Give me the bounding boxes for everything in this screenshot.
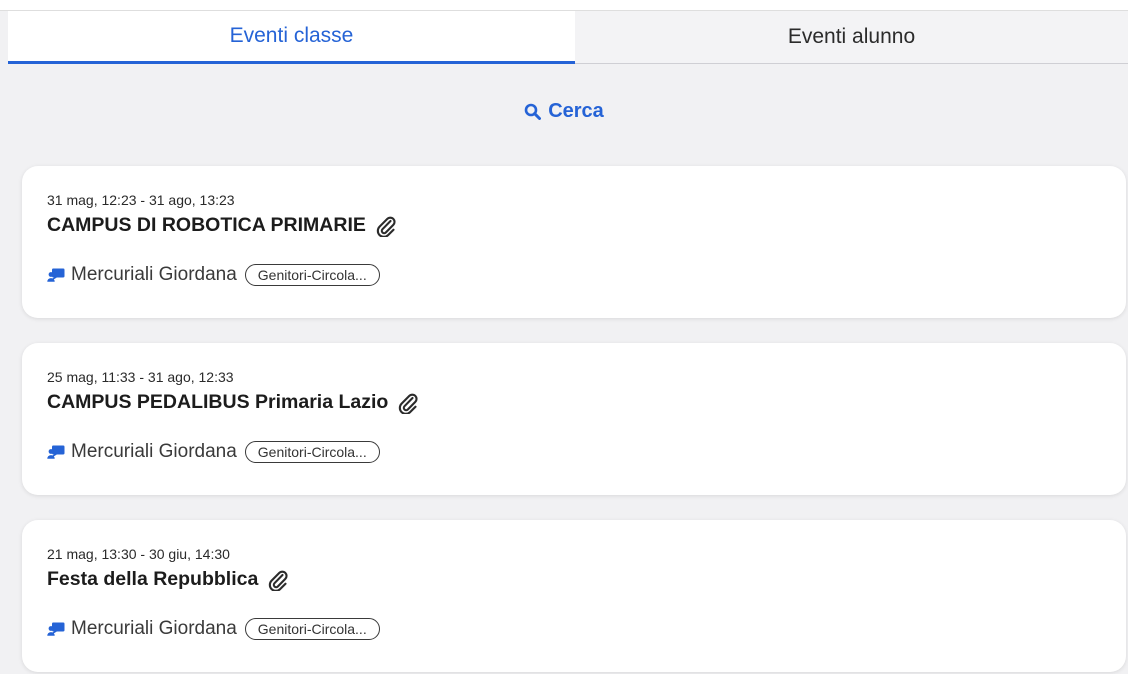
event-title-text: Festa della Repubblica <box>47 568 259 590</box>
event-card[interactable]: 31 mag, 12:23 - 31 ago, 13:23 CAMPUS DI … <box>22 166 1126 318</box>
paperclip-icon[interactable] <box>398 392 418 414</box>
event-meta: Mercuriali Giordana Genitori-Circola... <box>47 439 380 465</box>
event-title: CAMPUS DI ROBOTICA PRIMARIE <box>47 214 396 237</box>
search-button[interactable]: Cerca <box>0 96 1128 126</box>
event-card[interactable]: 25 mag, 11:33 - 31 ago, 12:33 CAMPUS PED… <box>22 343 1126 495</box>
event-tag[interactable]: Genitori-Circola... <box>244 264 380 286</box>
teacher-icon <box>47 268 65 282</box>
event-tag[interactable]: Genitori-Circola... <box>244 618 380 640</box>
event-title: CAMPUS PEDALIBUS Primaria Lazio <box>47 391 418 414</box>
top-bar <box>0 0 1128 11</box>
tab-eventi-alunno[interactable]: Eventi alunno <box>575 11 1128 64</box>
search-icon <box>524 103 542 120</box>
event-title: Festa della Repubblica <box>47 568 288 591</box>
event-card[interactable]: 21 mag, 13:30 - 30 giu, 14:30 Festa dell… <box>22 520 1126 672</box>
teacher-icon <box>47 445 65 459</box>
tab-bar: Eventi classe Eventi alunno <box>8 11 1128 66</box>
event-title-text: CAMPUS PEDALIBUS Primaria Lazio <box>47 391 389 413</box>
tab-eventi-classe[interactable]: Eventi classe <box>8 11 575 64</box>
event-author: Mercuriali Giordana <box>71 264 237 285</box>
event-date-range: 25 mag, 11:33 - 31 ago, 12:33 <box>47 369 234 385</box>
paperclip-icon[interactable] <box>376 215 396 237</box>
event-title-text: CAMPUS DI ROBOTICA PRIMARIE <box>47 214 366 236</box>
event-author: Mercuriali Giordana <box>71 618 237 639</box>
paperclip-icon[interactable] <box>268 569 288 591</box>
event-author: Mercuriali Giordana <box>71 441 237 462</box>
event-date-range: 31 mag, 12:23 - 31 ago, 13:23 <box>47 192 235 208</box>
event-meta: Mercuriali Giordana Genitori-Circola... <box>47 616 380 642</box>
event-meta: Mercuriali Giordana Genitori-Circola... <box>47 262 380 288</box>
event-date-range: 21 mag, 13:30 - 30 giu, 14:30 <box>47 546 230 562</box>
search-label: Cerca <box>548 99 604 122</box>
teacher-icon <box>47 622 65 636</box>
event-tag[interactable]: Genitori-Circola... <box>244 441 380 463</box>
